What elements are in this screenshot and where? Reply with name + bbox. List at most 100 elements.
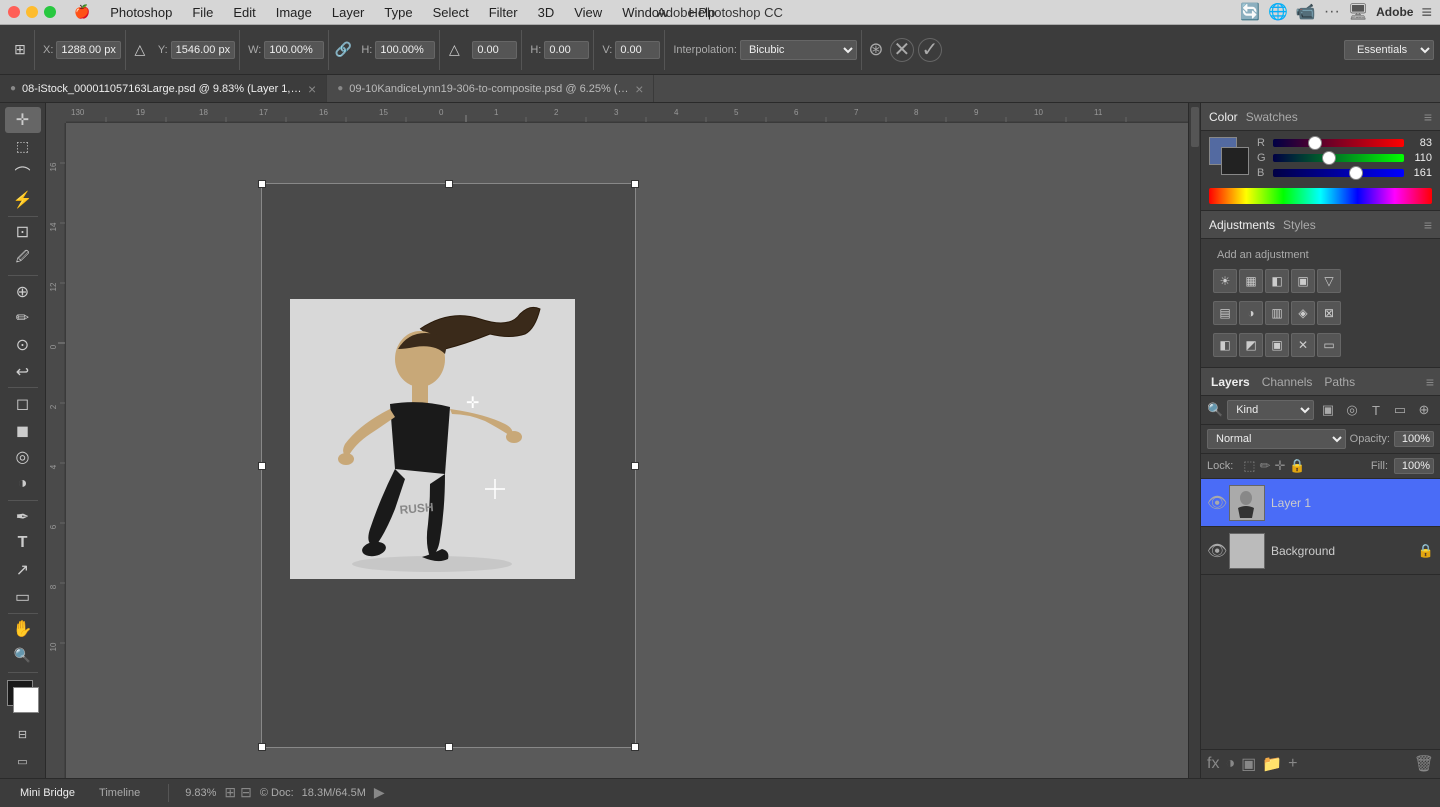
lock-transparent-icon[interactable]: ⬚ [1243,458,1255,474]
quick-mask-btn[interactable]: ⊟ [5,722,41,748]
cancel-icon[interactable]: ✕ [890,38,914,62]
gradient-tool[interactable]: ◼ [5,418,41,444]
lock-all-icon[interactable]: 🔒 [1289,458,1305,474]
move-tool[interactable]: ✛ [5,107,41,133]
link-icon[interactable]: 🔗 [333,40,353,60]
menu-filter[interactable]: Filter [479,0,528,24]
bg-visibility[interactable]: 👁 [1207,541,1223,561]
transform-handle-bottom-center[interactable] [445,743,453,751]
x-value[interactable]: 1288.00 px [56,41,120,59]
layer-fx-btn[interactable]: fx [1207,755,1219,773]
skewh-value[interactable]: 0.00 [544,41,589,59]
quick-select-tool[interactable]: ⚡ [5,187,41,213]
zoom-tool[interactable]: 🔍 [5,643,41,669]
crop-tool[interactable]: ⊡ [5,220,41,246]
eyedropper-tool[interactable]: 🖉 [5,246,41,272]
y-value[interactable]: 1546.00 px [171,41,235,59]
levels-adj[interactable]: ▦ [1239,269,1263,293]
layer-group-btn[interactable]: 📁 [1262,754,1282,774]
paths-tab[interactable]: Paths [1320,375,1359,389]
color-panel-menu[interactable]: ≡ [1424,109,1432,125]
menu-window[interactable]: Window [612,0,678,24]
dodge-tool[interactable]: ◑ [5,471,41,497]
styles-tab[interactable]: Styles [1283,218,1316,232]
color-spectrum[interactable] [1209,188,1432,204]
posterize-adj[interactable]: ◩ [1239,333,1263,357]
canvas-area[interactable]: 130 19 18 17 16 15 0 1 2 3 4 5 6 7 8 9 1 [46,103,1188,778]
spot-heal-tool[interactable]: ⊕ [5,279,41,305]
w-value[interactable]: 100.00% [264,41,324,59]
workspace-select[interactable]: Essentials [1344,40,1434,60]
threshold-adj[interactable]: ▣ [1265,333,1289,357]
new-layer-btn[interactable]: + [1288,755,1297,773]
mini-bridge-tab[interactable]: Mini Bridge [8,779,87,807]
menu-file[interactable]: File [182,0,223,24]
screen-mode-btn[interactable]: ▭ [5,748,41,774]
timeline-tab[interactable]: Timeline [87,779,152,807]
transform-handle-top-left[interactable] [258,180,266,188]
close-button[interactable] [8,6,20,18]
bw-adj[interactable]: ▥ [1265,301,1289,325]
layers-panel-menu[interactable]: ≡ [1426,374,1434,390]
menu-type[interactable]: Type [374,0,422,24]
adjustments-tab[interactable]: Adjustments [1209,218,1275,232]
vibrance-adj[interactable]: ▽ [1317,269,1341,293]
lasso-tool[interactable]: ⌒ [5,160,41,186]
swatches-tab[interactable]: Swatches [1246,110,1298,124]
layer-item-1[interactable]: 👁 Layer 1 [1201,479,1440,527]
color-tab[interactable]: Color [1209,110,1238,124]
warp-icon[interactable]: ⊛ [866,40,886,60]
menu-edit[interactable]: Edit [223,0,265,24]
blend-mode-select[interactable]: Normal Multiply Screen Overlay [1207,429,1346,449]
clone-tool[interactable]: ⊙ [5,332,41,358]
exposure-adj[interactable]: ▣ [1291,269,1315,293]
background-color[interactable] [13,687,39,713]
interpolation-select[interactable]: Bicubic Bilinear Nearest Neighbor [740,40,857,60]
color-picker[interactable] [5,680,41,713]
tab-close-1[interactable]: × [308,81,316,97]
menu-layer[interactable]: Layer [322,0,375,24]
channels-tab[interactable]: Channels [1258,375,1317,389]
selective-color-adj[interactable]: ▭ [1317,333,1341,357]
gradient-map-adj[interactable]: ✕ [1291,333,1315,357]
history-brush-tool[interactable]: ↩ [5,359,41,385]
transform-handle-bottom-right[interactable] [631,743,639,751]
play-btn[interactable]: ▶ [374,784,385,801]
eraser-tool[interactable]: ◻ [5,391,41,417]
invert-adj[interactable]: ◧ [1213,333,1237,357]
lock-position-icon[interactable]: ✛ [1275,458,1286,474]
text-tool[interactable]: T [5,531,41,557]
transform-handle-top-center[interactable] [445,180,453,188]
hand-tool[interactable]: ✋ [5,616,41,642]
canvas-viewport[interactable]: RUSH ✛ [66,123,1188,778]
transform-icon[interactable]: ⊞ [10,40,30,60]
brightness-adj[interactable]: ☀ [1213,269,1237,293]
h-value[interactable]: 100.00% [375,41,435,59]
pen-tool[interactable]: ✒ [5,504,41,530]
status-info-icon[interactable]: ⊟ [240,784,252,801]
shape-tool[interactable]: ▭ [5,584,41,610]
confirm-icon[interactable]: ✓ [918,38,942,62]
layer-item-background[interactable]: 👁 Background 🔒 [1201,527,1440,575]
filter-shape-btn[interactable]: ▭ [1390,400,1410,420]
minimize-button[interactable] [26,6,38,18]
tab-close-2[interactable]: × [635,81,643,97]
menu-photoshop[interactable]: Photoshop [100,0,182,24]
path-select-tool[interactable]: ↗ [5,557,41,583]
photo-filter-adj[interactable]: ◈ [1291,301,1315,325]
layer-1-visibility[interactable]: 👁 [1207,493,1223,513]
fill-value[interactable]: 100% [1394,458,1434,474]
filter-pixel-btn[interactable]: ▣ [1318,400,1338,420]
brush-tool[interactable]: ✏ [5,305,41,331]
background-color-swatch[interactable] [1221,147,1249,175]
transform-handle-middle-left[interactable] [258,462,266,470]
blue-slider[interactable] [1273,169,1404,177]
adjustments-panel-menu[interactable]: ≡ [1424,217,1432,233]
status-grid-icon[interactable]: ⊞ [224,784,236,801]
opacity-value[interactable]: 100% [1394,431,1434,447]
red-slider[interactable] [1273,139,1404,147]
menu-apple[interactable]: 🍎 [64,0,100,24]
layer-adj-btn[interactable]: ▣ [1241,754,1256,774]
marquee-tool[interactable]: ⬚ [5,134,41,160]
green-slider[interactable] [1273,154,1404,162]
